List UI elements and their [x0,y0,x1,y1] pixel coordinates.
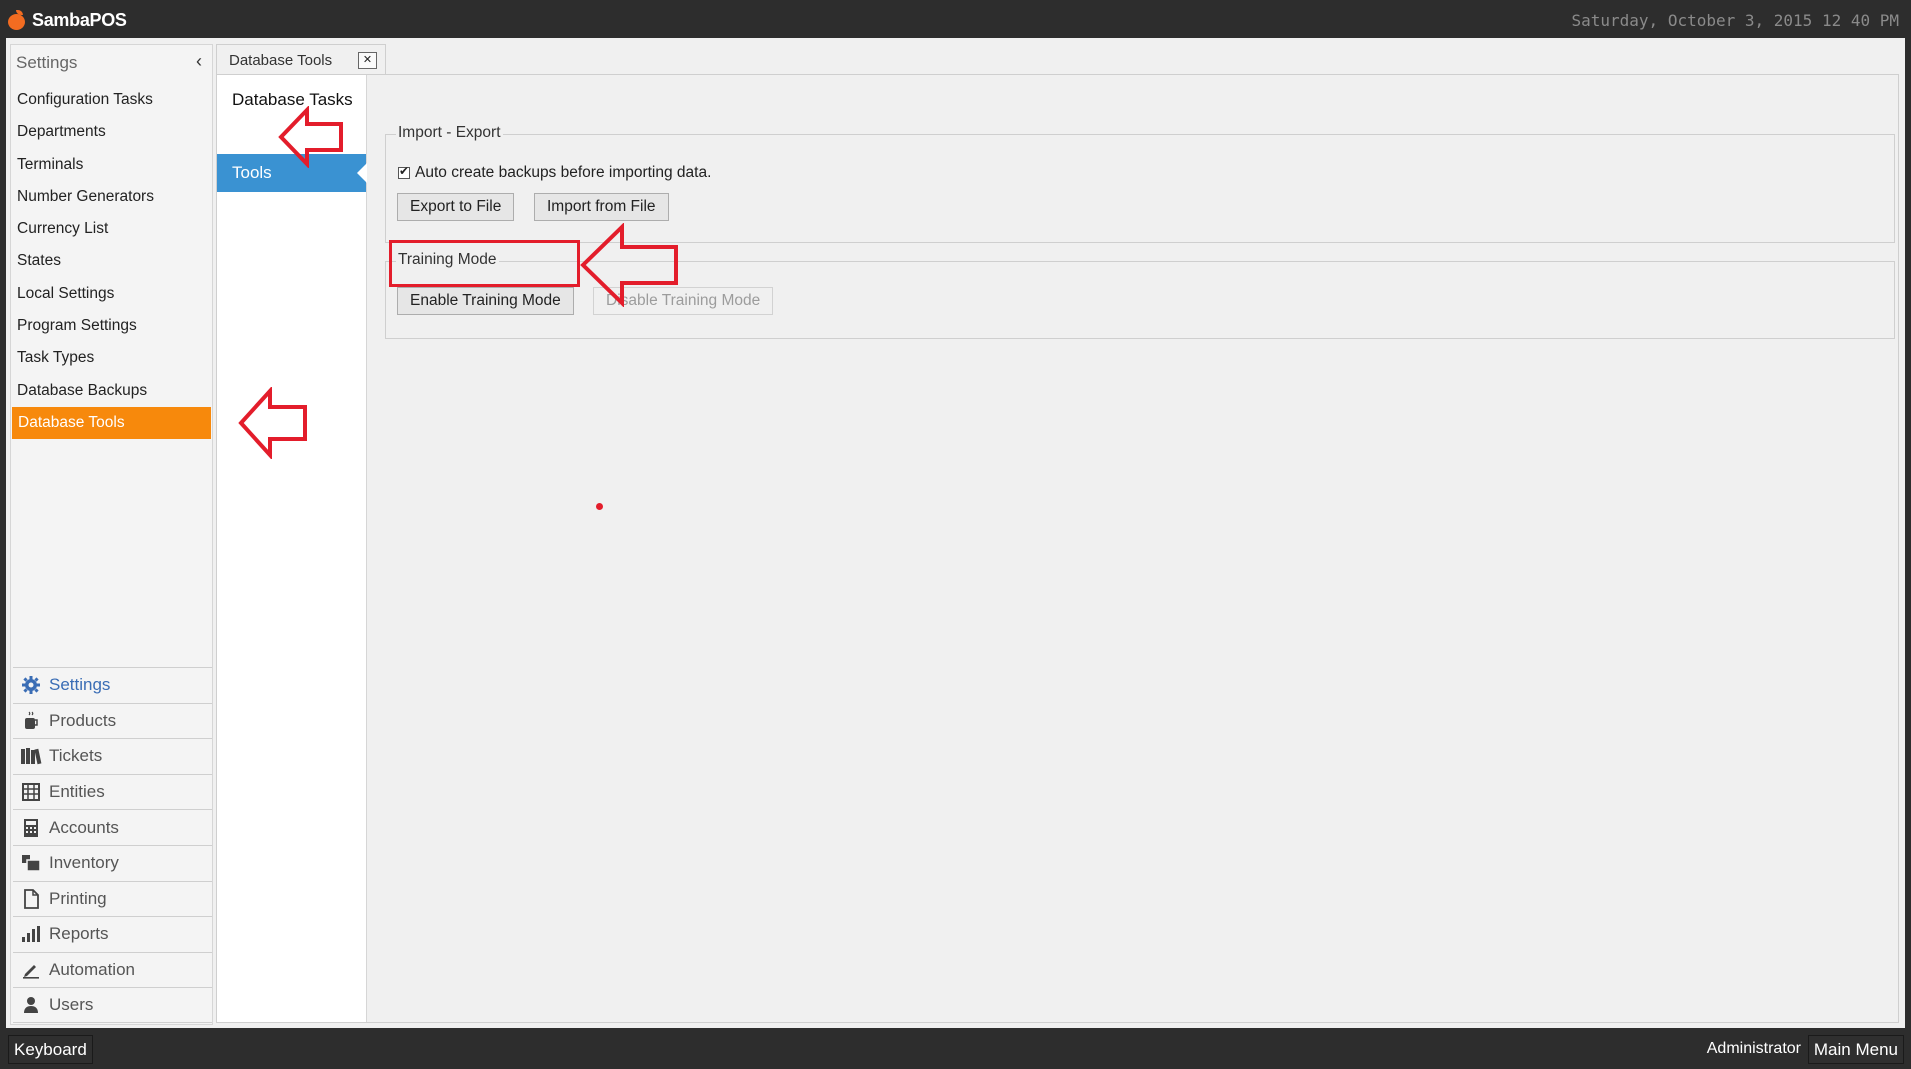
sidebar-item-local-settings[interactable]: Local Settings [11,278,212,310]
enable-training-mode-button[interactable]: Enable Training Mode [397,287,574,315]
subnav-item-tools[interactable]: Tools [217,154,367,192]
bar-chart-icon [19,924,43,944]
fruit-icon [8,10,26,30]
nav-users[interactable]: Users [13,987,212,1023]
settings-sidebar: Settings ‹ Configuration Tasks Departmen… [10,44,213,1025]
nav-reports[interactable]: Reports [13,916,212,952]
title-bar: SambaPOS Saturday, October 3, 2015 12 40… [0,0,1911,38]
nav-users-label: Users [49,995,94,1015]
sidebar-title: Settings [16,53,78,72]
nav-tickets-label: Tickets [49,746,103,766]
nav-automation-label: Automation [49,960,135,980]
import-from-file-button[interactable]: Import from File [534,193,669,221]
nav-tickets[interactable]: Tickets [13,738,212,774]
auto-backup-row: ✔ Auto create backups before importing d… [398,164,711,182]
gear-icon [19,675,43,695]
books-icon [19,746,43,766]
subnav-tools-label: Tools [232,163,272,182]
auto-backup-checkbox[interactable]: ✔ [398,164,410,179]
main-menu-button[interactable]: Main Menu [1807,1035,1904,1064]
sidebar-item-terminals[interactable]: Terminals [11,149,212,181]
coffee-icon [19,711,43,731]
nav-inventory-label: Inventory [49,853,119,873]
tab-label: Database Tools [229,52,333,69]
training-mode-legend: Training Mode [396,251,499,269]
document-icon [19,888,43,909]
nav-printing[interactable]: Printing [13,880,212,917]
subnav-item-database-tasks[interactable]: Database Tasks [217,81,366,119]
sidebar-item-configuration-tasks[interactable]: Configuration Tasks [11,84,212,116]
calculator-icon [19,818,43,838]
current-user: Administrator [1706,1040,1801,1057]
sidebar-settings-list: Configuration Tasks Departments Terminal… [11,84,212,440]
subnav-database-tasks-label: Database Tasks [232,90,353,109]
database-tools-subnav: Database Tasks Tools [217,75,367,1022]
datetime-display: Saturday, October 3, 2015 12 40 PM [1571,11,1899,30]
nav-products-label: Products [49,710,117,730]
collapse-sidebar-icon[interactable]: ‹ [196,51,202,72]
sidebar-item-currency-list[interactable]: Currency List [11,213,212,245]
nav-entities-label: Entities [49,782,105,802]
nav-printing-label: Printing [49,888,107,908]
sidebar-item-program-settings[interactable]: Program Settings [11,310,212,342]
export-to-file-button[interactable]: Export to File [397,193,515,221]
tab-database-tools[interactable]: Database Tools ✕ [216,44,386,74]
nav-accounts[interactable]: Accounts [13,809,212,845]
app-logo: SambaPOS [8,8,127,32]
nav-reports-label: Reports [49,924,109,944]
nav-products[interactable]: Products [13,702,212,739]
nav-entities[interactable]: Entities [13,773,212,810]
sidebar-item-task-types[interactable]: Task Types [11,342,212,374]
selection-pointer [357,163,367,183]
auto-backup-label: Auto create backups before importing dat… [415,164,712,181]
user-icon [19,995,43,1015]
disable-training-mode-button: Disable Training Mode [593,287,774,315]
nav-settings[interactable]: Settings [13,667,212,703]
sidebar-item-database-backups[interactable]: Database Backups [11,375,212,407]
close-tab-icon[interactable]: ✕ [358,52,377,69]
import-export-legend: Import - Export [396,124,503,142]
keyboard-button[interactable]: Keyboard [8,1035,93,1064]
content-pane: Database Tasks Tools Import - Export ✔ A… [216,74,1899,1023]
nav-settings-label: Settings [49,675,111,695]
annotation-dot [596,503,603,510]
sidebar-item-number-generators[interactable]: Number Generators [11,181,212,213]
app-frame: Settings ‹ Configuration Tasks Departmen… [6,38,1905,1028]
import-export-group: Import - Export ✔ Auto create backups be… [385,124,1895,243]
sidebar-header: Settings ‹ [11,45,212,77]
sidebar-item-states[interactable]: States [11,245,212,277]
checkmark-icon: ✔ [399,164,410,178]
boxes-icon [19,853,43,873]
app-brand: SambaPOS [32,9,127,30]
training-mode-group: Training Mode Enable Training Mode Disab… [385,251,1895,339]
sidebar-item-departments[interactable]: Departments [11,116,212,148]
nav-inventory[interactable]: Inventory [13,844,212,881]
pen-icon [19,960,43,980]
module-nav: Settings Products Tickets Entities Accou… [13,667,212,1023]
nav-accounts-label: Accounts [49,817,119,837]
sidebar-item-database-tools[interactable]: Database Tools [12,406,211,440]
grid-icon [19,782,43,802]
status-bar: Keyboard Administrator Main Menu [0,1028,1911,1069]
nav-automation[interactable]: Automation [13,951,212,988]
